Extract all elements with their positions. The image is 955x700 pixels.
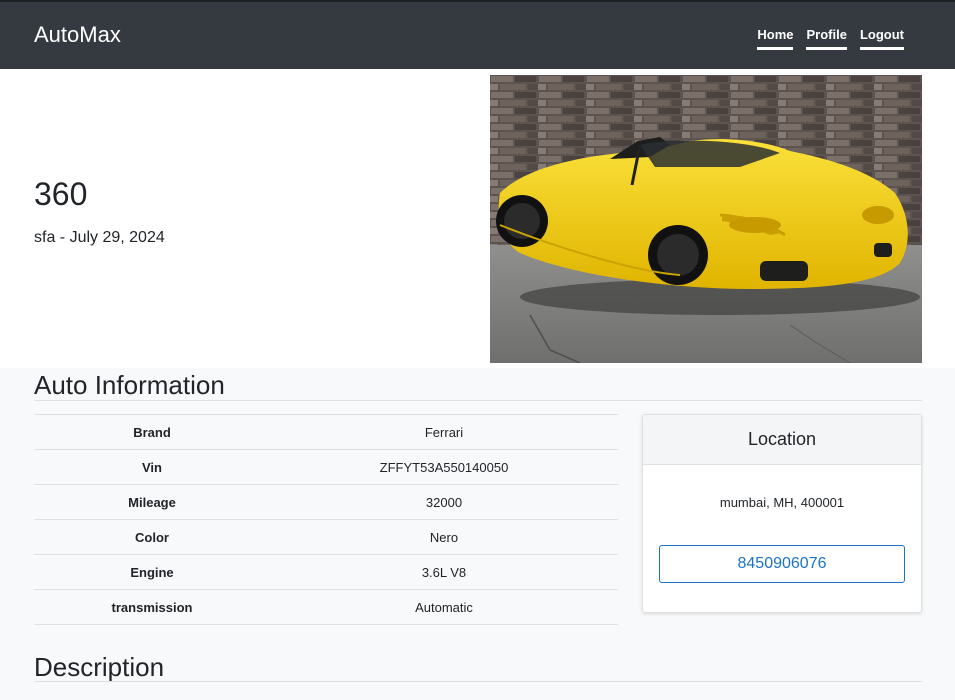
info-value: 3.6L V8 <box>421 564 467 580</box>
nav-link-profile[interactable]: Profile <box>806 27 847 50</box>
table-row: transmission Automatic <box>34 589 618 625</box>
info-label: Brand <box>133 424 171 440</box>
location-heading: Location <box>643 415 921 465</box>
listing-title: 360 <box>34 176 88 212</box>
table-row: Color Nero <box>34 519 618 555</box>
location-card: Location mumbai, MH, 400001 8450906076 <box>642 414 922 613</box>
info-label: Mileage <box>128 494 176 510</box>
table-row: Brand Ferrari <box>34 414 618 450</box>
table-row: Vin ZFFYT53A550140050 <box>34 449 618 485</box>
info-label: Color <box>135 529 169 545</box>
nav-links: Home Profile Logout <box>757 27 904 50</box>
heading-divider <box>34 400 922 401</box>
car-photo-illustration <box>490 75 922 363</box>
navbar: AutoMax Home Profile Logout <box>0 0 955 69</box>
brand-logo[interactable]: AutoMax <box>34 22 121 48</box>
info-value: Automatic <box>415 599 473 615</box>
description-divider <box>34 681 922 682</box>
table-row: Engine 3.6L V8 <box>34 554 618 590</box>
info-label: transmission <box>111 599 193 615</box>
listing-subtitle: sfa - July 29, 2024 <box>34 229 165 246</box>
info-label: Engine <box>130 564 174 580</box>
info-value: Ferrari <box>424 424 464 440</box>
description-heading: Description <box>34 652 165 682</box>
phone-button[interactable]: 8450906076 <box>659 545 905 583</box>
nav-link-home[interactable]: Home <box>757 27 794 50</box>
listing-hero: 360 sfa - July 29, 2024 <box>0 69 955 368</box>
auto-info-table: Brand Ferrari Vin ZFFYT53A550140050 Mileage 3… <box>34 414 618 625</box>
location-address: mumbai, MH, 400001 <box>719 495 845 510</box>
info-value: Nero <box>429 529 459 545</box>
car-photo <box>490 75 922 363</box>
table-row: Mileage 32000 <box>34 484 618 520</box>
auto-info-heading: Auto Information <box>34 370 225 400</box>
info-value: 32000 <box>425 494 463 510</box>
info-label: Vin <box>142 459 162 475</box>
info-value: ZFFYT53A550140050 <box>379 459 509 475</box>
nav-link-logout[interactable]: Logout <box>859 27 904 50</box>
